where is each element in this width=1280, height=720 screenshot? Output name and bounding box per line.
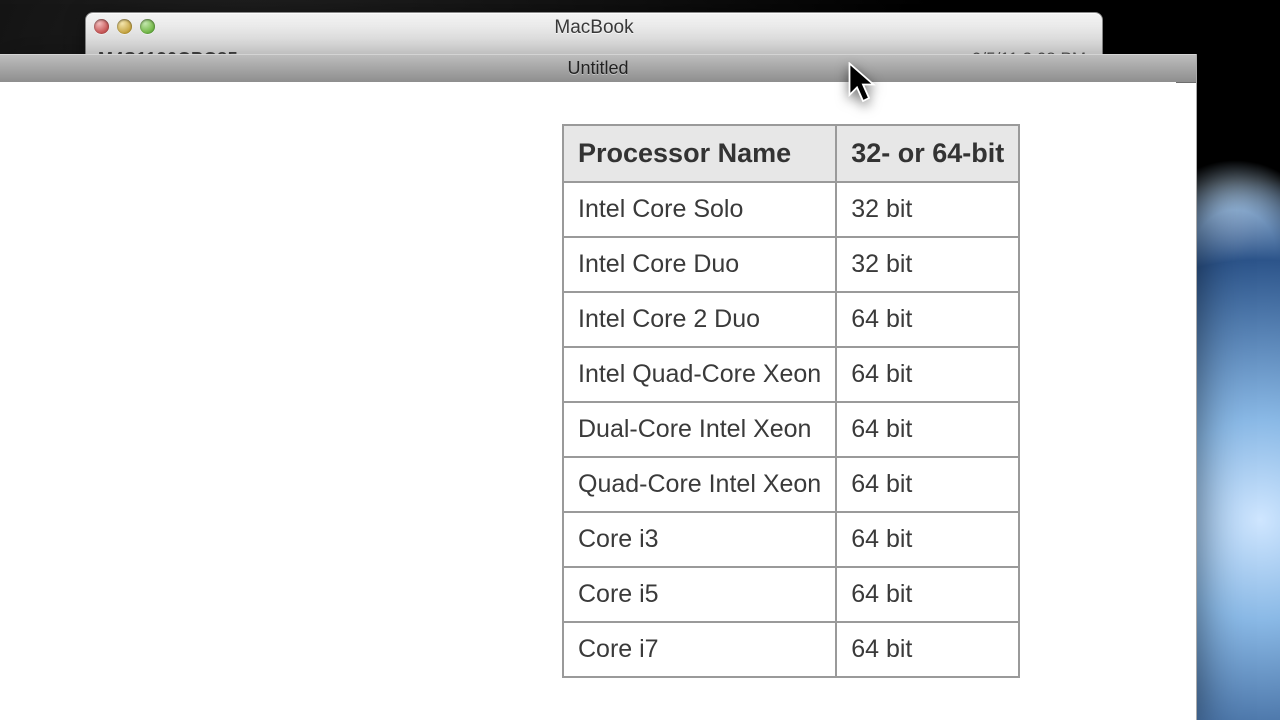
table-row: Core i564 bit xyxy=(563,567,1019,622)
background-window-title: MacBook xyxy=(86,13,1102,39)
minimize-icon[interactable] xyxy=(117,19,132,34)
window-traffic-lights xyxy=(94,19,155,34)
document-content: Processor Name 32- or 64-bit Intel Core … xyxy=(0,82,1176,720)
cell-processor-name: Dual-Core Intel Xeon xyxy=(563,402,836,457)
cell-processor-name: Intel Core Duo xyxy=(563,237,836,292)
cell-bitness: 32 bit xyxy=(836,182,1019,237)
foreground-window: Untitled Processor Name 32- or 64-bit In… xyxy=(0,54,1197,720)
cell-processor-name: Core i5 xyxy=(563,567,836,622)
table-row: Dual-Core Intel Xeon64 bit xyxy=(563,402,1019,457)
cell-processor-name: Core i3 xyxy=(563,512,836,567)
cell-bitness: 64 bit xyxy=(836,512,1019,567)
foreground-window-titlebar[interactable]: Untitled xyxy=(0,54,1196,83)
col-bitness: 32- or 64-bit xyxy=(836,125,1019,182)
foreground-window-title: Untitled xyxy=(567,58,628,78)
table-row: Intel Core Solo32 bit xyxy=(563,182,1019,237)
table-row: Intel Quad-Core Xeon64 bit xyxy=(563,347,1019,402)
table-row: Intel Core Duo32 bit xyxy=(563,237,1019,292)
cell-processor-name: Quad-Core Intel Xeon xyxy=(563,457,836,512)
cell-bitness: 64 bit xyxy=(836,622,1019,677)
cell-processor-name: Intel Core 2 Duo xyxy=(563,292,836,347)
cell-processor-name: Intel Quad-Core Xeon xyxy=(563,347,836,402)
zoom-icon[interactable] xyxy=(140,19,155,34)
col-processor-name: Processor Name xyxy=(563,125,836,182)
cell-bitness: 32 bit xyxy=(836,237,1019,292)
cell-bitness: 64 bit xyxy=(836,292,1019,347)
table-header-row: Processor Name 32- or 64-bit xyxy=(563,125,1019,182)
cell-processor-name: Core i7 xyxy=(563,622,836,677)
table-row: Core i364 bit xyxy=(563,512,1019,567)
table-row: Intel Core 2 Duo64 bit xyxy=(563,292,1019,347)
cell-bitness: 64 bit xyxy=(836,457,1019,512)
processor-table: Processor Name 32- or 64-bit Intel Core … xyxy=(562,124,1020,678)
cell-bitness: 64 bit xyxy=(836,347,1019,402)
close-icon[interactable] xyxy=(94,19,109,34)
table-row: Core i764 bit xyxy=(563,622,1019,677)
cell-bitness: 64 bit xyxy=(836,567,1019,622)
cell-bitness: 64 bit xyxy=(836,402,1019,457)
table-row: Quad-Core Intel Xeon64 bit xyxy=(563,457,1019,512)
cell-processor-name: Intel Core Solo xyxy=(563,182,836,237)
